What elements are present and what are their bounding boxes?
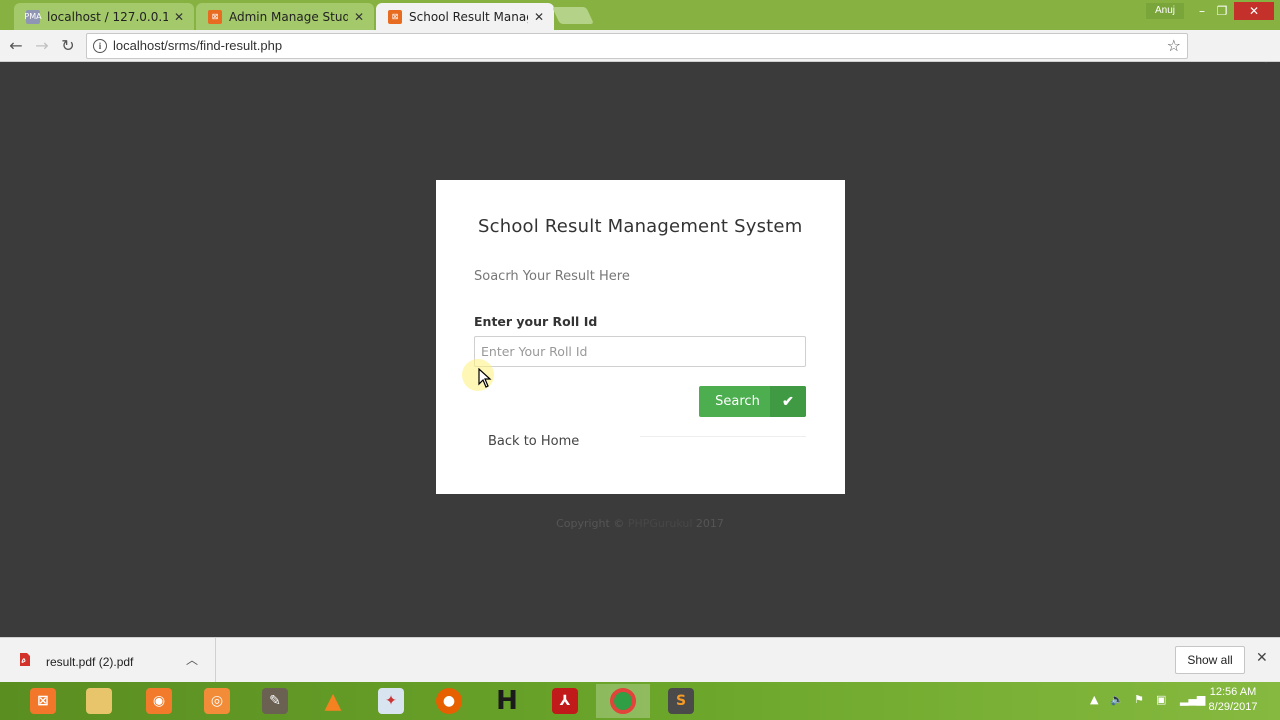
url-text: localhost/srms/find-result.php [113, 38, 283, 53]
volume-icon[interactable]: 🔈 [1110, 693, 1124, 706]
tray-chevron-icon[interactable]: ▲ [1090, 693, 1098, 706]
h-app-icon[interactable]: H [480, 684, 534, 718]
page-body: School Result Management System Soacrh Y… [0, 63, 1280, 637]
sublime-icon[interactable]: S [654, 684, 708, 718]
acrobat-icon[interactable]: ⅄ [538, 684, 592, 718]
page-subtitle: Soacrh Your Result Here [474, 269, 630, 284]
show-all-button[interactable]: Show all [1175, 646, 1245, 674]
new-tab-button[interactable] [552, 7, 594, 24]
info-icon[interactable]: i [93, 39, 107, 53]
browser-titlebar: PMA localhost / 127.0.0.1 / sm ✕ ⊠ Admin… [0, 0, 1280, 30]
window-close-icon[interactable]: ✕ [1234, 2, 1274, 20]
copyright-footer: Copyright © PHPGurukul 2017 [0, 517, 1280, 530]
search-button[interactable]: Search ✔ [699, 386, 806, 417]
network-icon[interactable]: ▣ [1156, 693, 1166, 706]
search-button-label: Search [715, 394, 760, 409]
srms-icon: ⊠ [388, 9, 402, 24]
back-to-home-link[interactable]: Back to Home [488, 434, 579, 449]
divider [640, 436, 806, 437]
copyright-year: 2017 [695, 517, 724, 530]
download-item[interactable]: result.pdf (2).pdf ︿ [0, 638, 216, 683]
roll-id-input[interactable] [474, 336, 806, 367]
tab-close-icon[interactable]: ✕ [354, 10, 364, 24]
mouse-cursor-icon [478, 368, 492, 388]
phpmyadmin-icon: PMA [24, 9, 42, 24]
gimp-icon[interactable]: ✎ [248, 684, 302, 718]
screen-recorder-icon[interactable]: ◉ [132, 684, 186, 718]
srms-icon: ⊠ [208, 9, 222, 24]
clock-date: 8/29/2017 [1208, 701, 1258, 713]
file-explorer-icon[interactable] [72, 684, 126, 718]
page-title: School Result Management System [478, 216, 803, 237]
tab-title: localhost / 127.0.0.1 / sm [47, 9, 168, 24]
tab-title: School Result Manageme [409, 9, 528, 24]
browser-toolbar: ← → ↻ i localhost/srms/find-result.php ☆… [0, 30, 1280, 88]
system-clock[interactable]: 12:56 AM 8/29/2017 [1204, 685, 1262, 715]
result-search-card: School Result Management System Soacrh Y… [436, 180, 845, 494]
download-shelf: result.pdf (2).pdf ︿ Show all ✕ [0, 637, 1280, 683]
tab-phpmyadmin[interactable]: PMA localhost / 127.0.0.1 / sm ✕ [14, 3, 194, 30]
signal-icon[interactable]: ▂▄▆ [1180, 693, 1205, 706]
back-arrow-icon[interactable]: ← [6, 36, 26, 56]
tab-title: Admin Manage Students [229, 9, 348, 24]
download-file-name: result.pdf (2).pdf [46, 655, 134, 669]
roll-id-label: Enter your Roll Id [474, 314, 598, 329]
firefox-icon[interactable]: ● [422, 684, 476, 718]
bookmark-star-icon[interactable]: ☆ [1167, 36, 1181, 55]
paint-icon[interactable]: ✦ [364, 684, 418, 718]
chevron-up-icon[interactable]: ︿ [186, 651, 198, 668]
restore-icon[interactable]: ❐ [1208, 2, 1236, 20]
close-icon[interactable]: ✕ [1256, 650, 1268, 666]
reload-icon[interactable]: ↻ [58, 36, 78, 56]
tab-close-icon[interactable]: ✕ [534, 10, 544, 24]
forward-arrow-icon[interactable]: → [32, 36, 52, 56]
tab-admin-manage-students[interactable]: ⊠ Admin Manage Students ✕ [196, 3, 374, 30]
pdf-file-icon [20, 653, 30, 666]
profile-button[interactable]: Anuj [1146, 3, 1184, 19]
tab-close-icon[interactable]: ✕ [174, 10, 184, 24]
vlc-icon[interactable]: ▲ [306, 684, 360, 718]
windows-taskbar: ⊠ ◉ ◎ ✎ ▲ ✦ ● H ⅄ S ▲ 🔈 ⚑ ▣ ▂▄▆ 12:56 AM… [0, 682, 1280, 720]
address-bar[interactable]: i localhost/srms/find-result.php ☆ [86, 33, 1188, 59]
chrome-icon[interactable] [596, 684, 650, 718]
xampp-icon[interactable]: ⊠ [16, 684, 70, 718]
flag-icon[interactable]: ⚑ [1134, 693, 1144, 706]
check-icon: ✔ [770, 386, 806, 417]
copyright-prefix: Copyright © [556, 517, 625, 530]
clock-time: 12:56 AM [1209, 686, 1257, 698]
copyright-brand-link[interactable]: PHPGurukul [628, 517, 693, 530]
tab-school-result[interactable]: ⊠ School Result Manageme ✕ [376, 3, 554, 30]
camera-icon[interactable]: ◎ [190, 684, 244, 718]
